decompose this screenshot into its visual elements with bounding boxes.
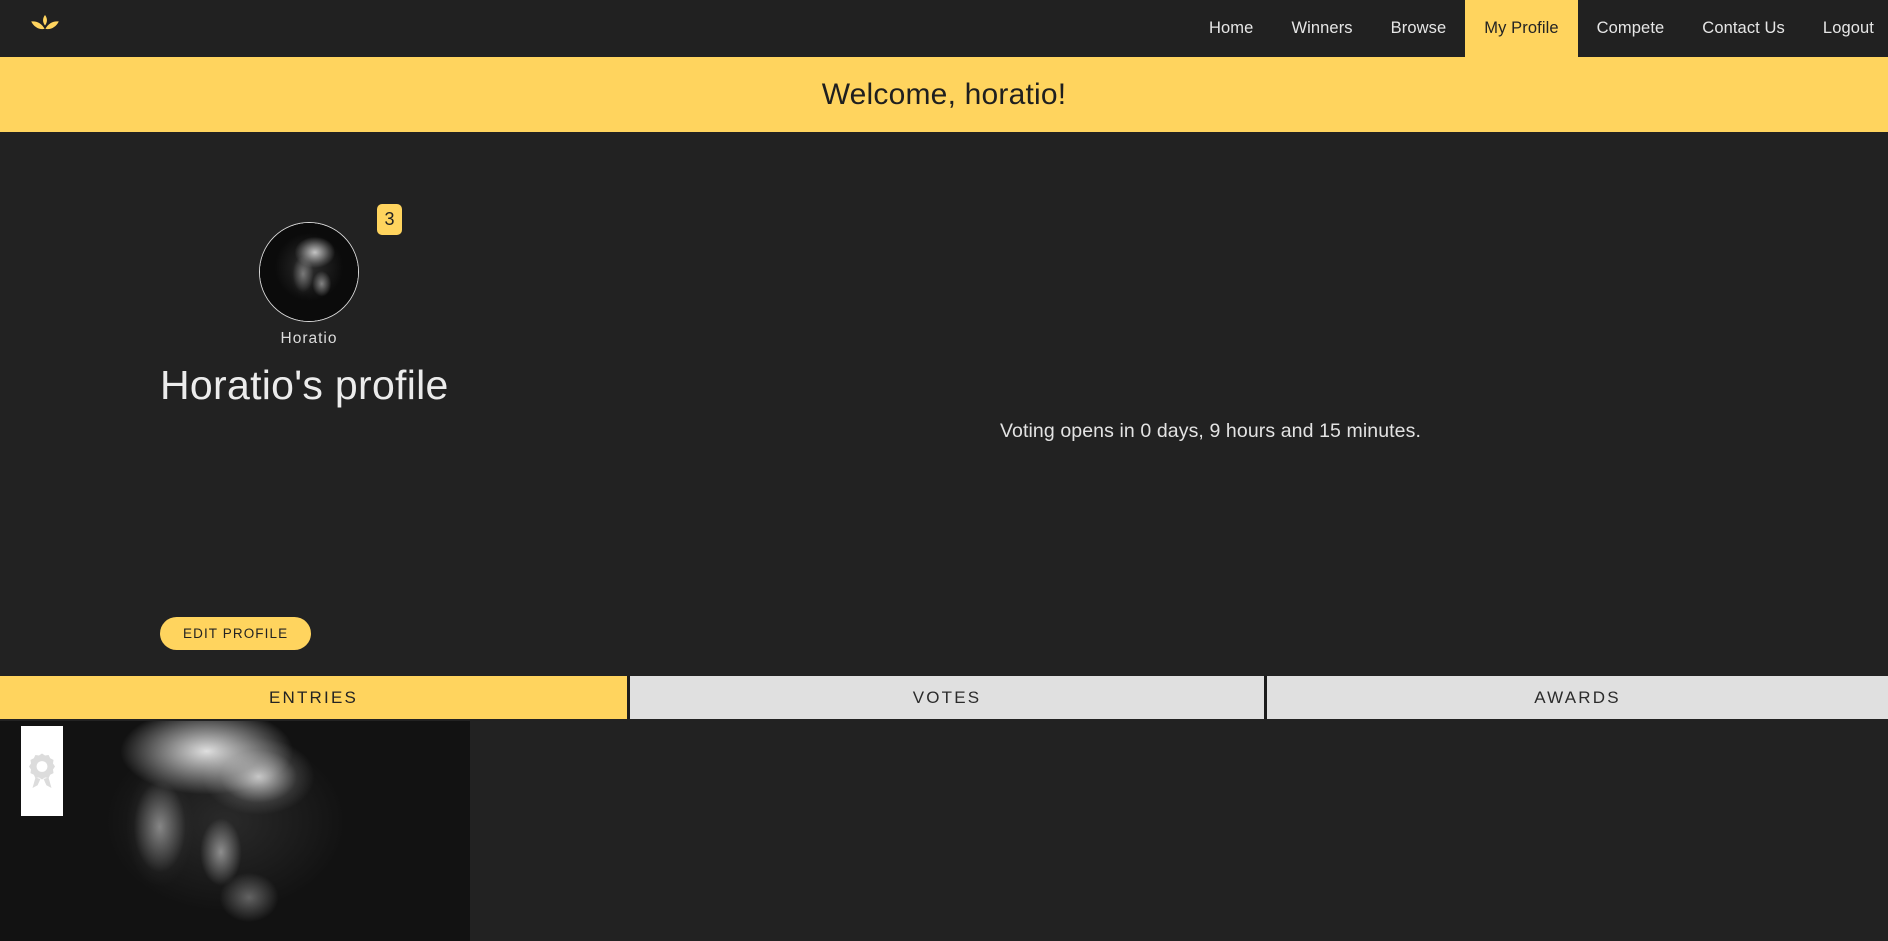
avatar[interactable] [259, 222, 359, 322]
welcome-banner: Welcome, horatio! [0, 57, 1888, 132]
avatar-wrapper: 3 [259, 204, 402, 322]
tab-votes[interactable]: VOTES [630, 676, 1267, 719]
tab-entries[interactable]: ENTRIES [0, 676, 630, 719]
voting-countdown-notice: Voting opens in 0 days, 9 hours and 15 m… [1000, 420, 1421, 442]
entries-grid [0, 721, 1888, 941]
award-ribbon-icon [27, 752, 57, 790]
nav-links: Home Winners Browse My Profile Compete C… [1190, 0, 1888, 57]
avatar-image [260, 223, 358, 321]
avatar-username: Horatio [280, 330, 338, 347]
award-ribbon-badge[interactable] [21, 726, 63, 816]
tab-awards[interactable]: AWARDS [1267, 676, 1888, 719]
nav-item-logout[interactable]: Logout [1804, 0, 1888, 57]
edit-profile-button[interactable]: EDIT PROFILE [160, 617, 312, 650]
nav-item-compete[interactable]: Compete [1578, 0, 1684, 57]
lotus-flower-logo-icon [30, 14, 60, 43]
welcome-message: Welcome, horatio! [821, 77, 1067, 111]
nav-item-browse[interactable]: Browse [1372, 0, 1466, 57]
nav-item-contact-us[interactable]: Contact Us [1683, 0, 1804, 57]
page-title: Horatio's profile [160, 362, 449, 408]
nav-item-home[interactable]: Home [1190, 0, 1272, 57]
entry-count-badge[interactable]: 3 [377, 204, 402, 235]
profile-tabs: ENTRIES VOTES AWARDS [0, 676, 1888, 719]
entry-photo [0, 721, 470, 941]
nav-item-winners[interactable]: Winners [1272, 0, 1371, 57]
top-navigation-bar: Home Winners Browse My Profile Compete C… [0, 0, 1888, 57]
nav-item-my-profile[interactable]: My Profile [1465, 0, 1578, 57]
entry-card[interactable] [0, 721, 470, 941]
profile-section: 3 Horatio Horatio's profile EDIT PROFILE… [0, 132, 1888, 941]
site-logo[interactable] [0, 0, 90, 57]
